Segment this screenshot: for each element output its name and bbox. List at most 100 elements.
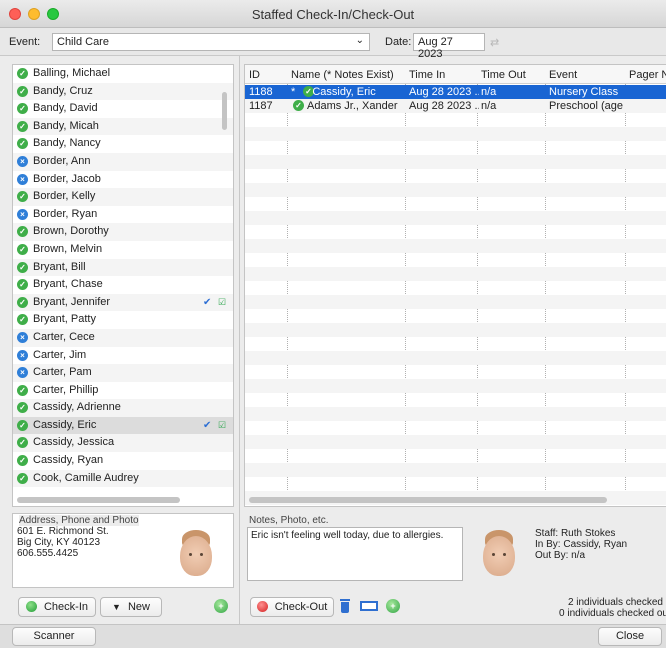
check-in-button[interactable]: Check-In (18, 597, 96, 617)
person-row[interactable]: ✓ Bandy, Nancy (13, 135, 233, 153)
app-window: Staffed Check-In/Check-Out Event: Child … (0, 0, 666, 648)
people-list-hscrollbar[interactable] (17, 497, 180, 503)
column-header[interactable]: Time In (409, 69, 445, 81)
active-status-icon: ✓ (17, 419, 28, 431)
table-hscrollbar[interactable] (249, 497, 607, 503)
checkin-photo (475, 526, 523, 584)
bottom-bar: Scanner Close (0, 624, 666, 648)
person-row[interactable]: ✓ Cassidy, Jessica (13, 434, 233, 453)
row-name-text: Cassidy, Eric (312, 86, 376, 98)
person-row[interactable]: ✓ Cassidy, Adrienne (13, 399, 233, 417)
active-status-icon: ✓ (17, 120, 28, 132)
event-select[interactable]: Child Care ⌄ (52, 33, 370, 51)
notes-textarea[interactable]: Eric isn't feeling well today, due to al… (247, 527, 463, 581)
green-ball-icon (25, 601, 37, 612)
table-cell-event: Preschool (age ... (549, 100, 627, 112)
column-header[interactable]: Event (549, 69, 577, 81)
people-list-vscrollbar[interactable] (222, 92, 227, 130)
row-stripe (245, 127, 666, 141)
person-row[interactable]: ✓ Cassidy, Eric ✔ ☑ (13, 416, 233, 435)
person-row[interactable]: × Carter, Cece (13, 328, 233, 347)
active-status-icon: ✓ (17, 243, 28, 255)
person-row[interactable]: ✓ Brown, Melvin (13, 241, 233, 259)
check-out-button[interactable]: Check-Out (250, 597, 334, 617)
inactive-status-icon: × (17, 331, 28, 343)
address-line2: Big City, KY 40123 (17, 537, 101, 548)
active-status-icon: ✓ (17, 384, 28, 396)
event-label: Event: (9, 36, 41, 48)
scanner-button[interactable]: Scanner (12, 627, 96, 646)
table-row[interactable]: 1187 ✓ Adams Jr., Xander Aug 28 2023 ... n/a… (245, 99, 666, 113)
date-stepper-icon[interactable]: ⇄ (490, 36, 499, 49)
person-name: Cassidy, Jessica (33, 436, 115, 449)
table-cell-time-in: Aug 28 2023 ... (409, 86, 479, 98)
person-row[interactable]: ✓ Border, Kelly (13, 188, 233, 206)
column-header[interactable]: Name (* Notes Exist) (291, 69, 394, 81)
table-row[interactable]: 1188 ✓ * Cassidy, Eric Aug 28 2023 ... n/a Nu… (245, 85, 666, 99)
staff-text: Staff: Ruth Stokes (535, 528, 616, 539)
new-button[interactable]: ▼ New (100, 597, 162, 617)
date-label: Date: (385, 36, 412, 48)
person-row[interactable]: ✓ Bandy, David (13, 100, 233, 118)
table-header: ID Name (* Notes Exist) Time In Time Out Eve… (245, 65, 666, 84)
active-status-icon: ✓ (17, 68, 28, 79)
active-status-icon: ✓ (293, 100, 304, 111)
column-header[interactable]: ID (249, 69, 260, 81)
person-name: Bryant, Patty (33, 313, 96, 326)
active-status-icon: ✓ (17, 85, 28, 97)
trash-icon[interactable] (340, 599, 350, 613)
row-stripe (245, 155, 666, 169)
address-phone: 606.555.4425 (17, 548, 79, 559)
add-icon[interactable]: + (214, 599, 228, 613)
table-cell-time-in: Aug 28 2023 ... (409, 100, 479, 112)
person-row[interactable]: ✓ Balling, Michael (13, 65, 233, 83)
add-note-icon[interactable]: + (386, 599, 400, 613)
person-row[interactable]: ✓ Carter, Phillip (13, 382, 233, 400)
active-status-icon: ✓ (17, 402, 28, 414)
person-name: Cassidy, Eric (33, 418, 97, 431)
column-header[interactable]: Pager Nu (629, 69, 666, 81)
person-row[interactable]: ✓ Bryant, Jennifer ✔ ☑ (13, 293, 233, 312)
inactive-status-icon: × (17, 155, 28, 167)
column-header[interactable]: Time Out (481, 69, 526, 81)
person-row[interactable]: ✓ Cook, Camille Audrey (13, 469, 233, 488)
row-stripe (245, 239, 666, 253)
person-name: Carter, Cece (33, 330, 95, 343)
row-stripe (245, 211, 666, 225)
person-row[interactable]: ✓ Bandy, Micah (13, 117, 233, 136)
out-by-text: Out By: n/a (535, 550, 586, 561)
person-name: Carter, Phillip (33, 383, 99, 396)
person-row[interactable]: ✓ Cassidy, Ryan (13, 452, 233, 470)
panel-divider[interactable] (239, 56, 240, 624)
checked-in-icon: ☑ (218, 296, 227, 307)
person-name: Bryant, Bill (33, 260, 86, 273)
title-bar: Staffed Check-In/Check-Out (0, 0, 666, 28)
close-button[interactable]: Close (598, 627, 662, 646)
row-stripe (245, 463, 666, 477)
active-status-icon: ✓ (17, 226, 28, 238)
row-stripe (245, 267, 666, 281)
window-title: Staffed Check-In/Check-Out (251, 7, 415, 22)
person-row[interactable]: × Border, Jacob (13, 171, 233, 189)
person-row[interactable]: ✓ Bryant, Chase (13, 276, 233, 294)
date-field[interactable]: Aug 27 2023 (413, 33, 485, 60)
notes-exist-marker: * (291, 86, 299, 98)
person-photo (172, 526, 220, 584)
person-row[interactable]: ✓ Brown, Dorothy (13, 223, 233, 241)
person-name: Carter, Jim (33, 348, 87, 361)
print-icon[interactable] (360, 601, 378, 611)
person-name: Cook, Camille Audrey (33, 471, 139, 484)
person-row[interactable]: ✓ Bryant, Bill (13, 258, 233, 277)
person-row[interactable]: × Border, Ann (13, 152, 233, 171)
person-row[interactable]: ✓ Bandy, Cruz (13, 82, 233, 101)
person-row[interactable]: × Border, Ryan (13, 206, 233, 224)
person-row[interactable]: × Carter, Pam (13, 364, 233, 382)
table-cell-name: * Cassidy, Eric (291, 86, 407, 98)
left-button-row: Check-In ▼ New + (12, 594, 234, 622)
person-row[interactable]: × Carter, Jim (13, 347, 233, 365)
person-row[interactable]: ✓ Bryant, Patty (13, 311, 233, 329)
person-name: Border, Ryan (33, 207, 98, 220)
people-list[interactable]: ✓ Balling, Michael ✓ Bandy, Cruz ✓ Bandy, Dav… (12, 64, 234, 507)
checked-in-icon: ☑ (218, 419, 227, 430)
active-status-icon: ✓ (17, 472, 28, 484)
